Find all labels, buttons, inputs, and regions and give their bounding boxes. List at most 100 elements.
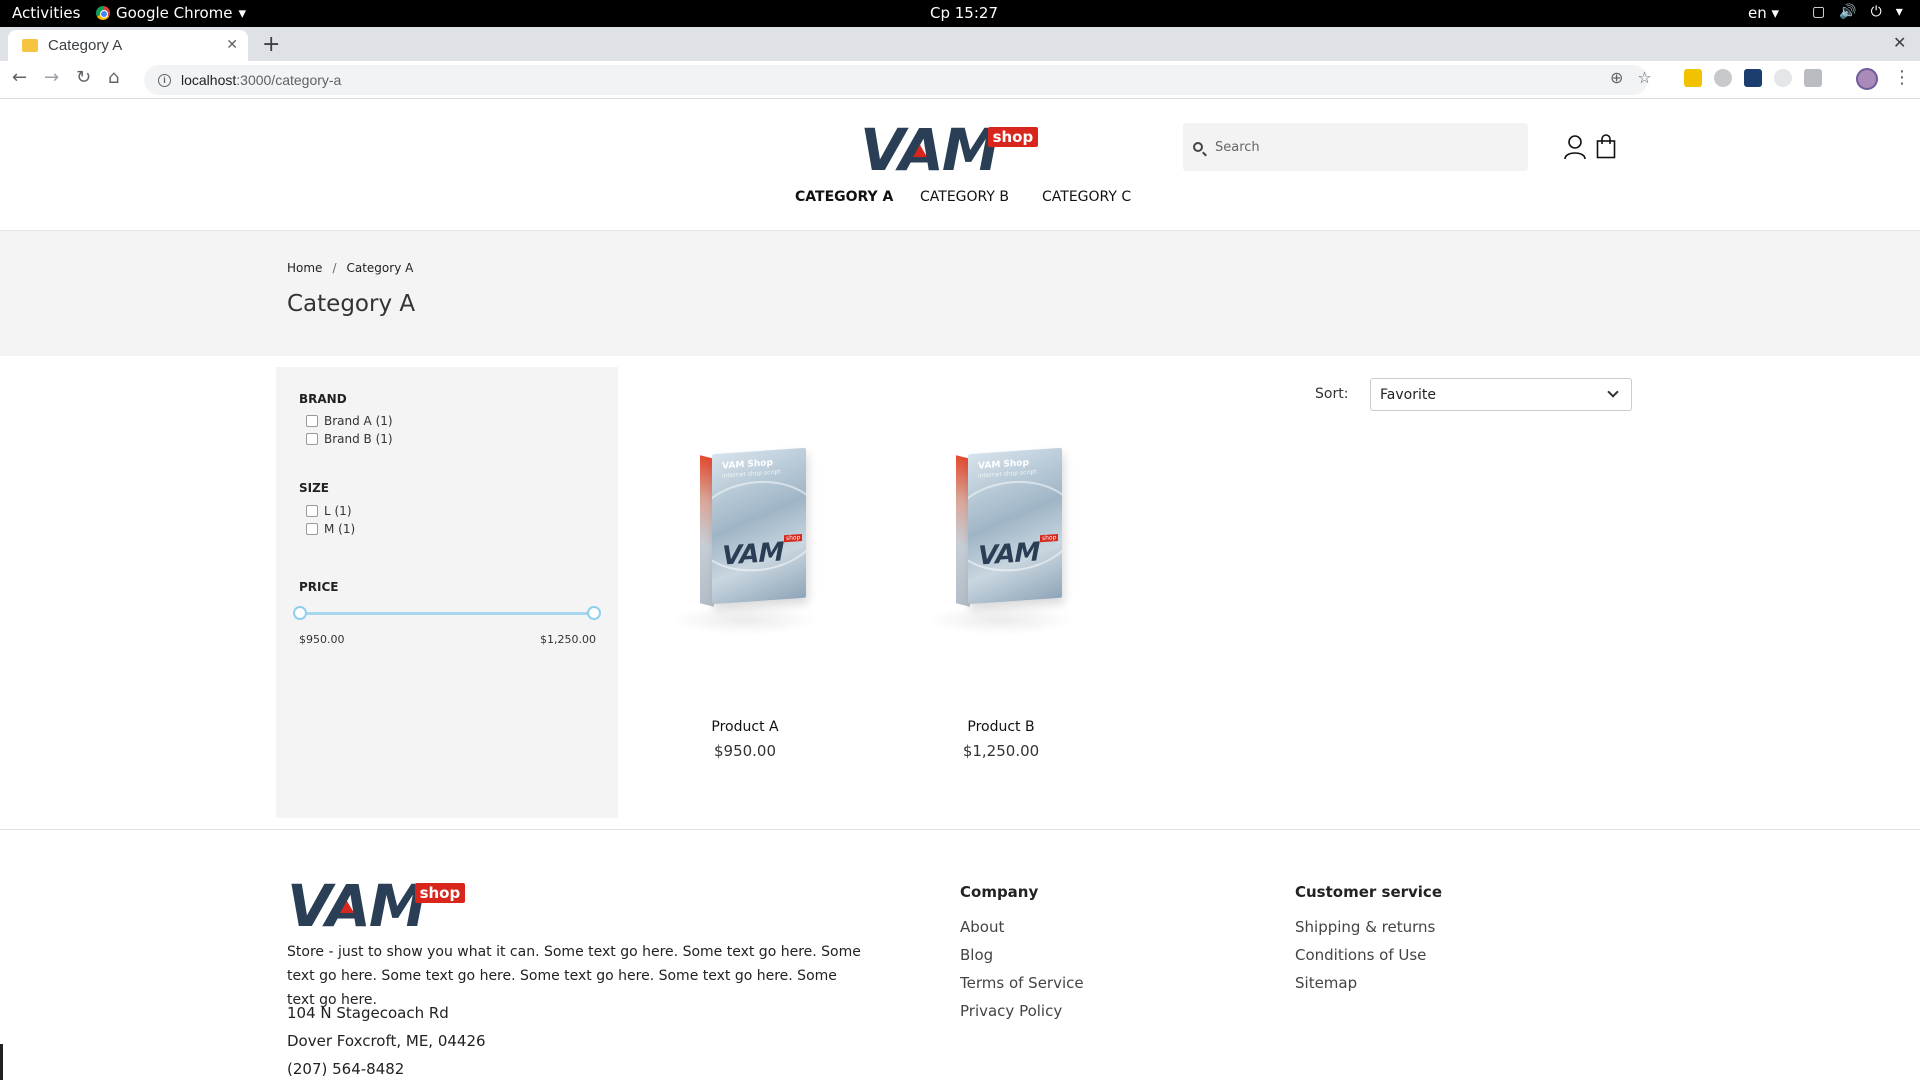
url-path: :3000/category-a (236, 72, 342, 88)
more-menu-icon[interactable]: ⋮ (1893, 67, 1911, 88)
close-tab-icon[interactable]: ✕ (226, 36, 238, 53)
nav-category-a[interactable]: CATEGORY A (795, 189, 893, 205)
install-icon[interactable]: ⊕ (1610, 68, 1623, 87)
app-name: Google Chrome (116, 4, 233, 22)
size-m-filter[interactable]: M (1) (306, 522, 355, 536)
language-label: en (1748, 4, 1767, 22)
reload-icon[interactable]: ↻ (76, 67, 91, 88)
extension-notes-icon[interactable] (1684, 69, 1702, 87)
language-indicator[interactable]: en ▾ (1748, 4, 1779, 22)
product-box-logo: VAM (722, 537, 784, 572)
product-image[interactable]: VAM Shop internet shop script VAM shop (926, 437, 1076, 652)
size-l-filter[interactable]: L (1) (306, 504, 352, 518)
extensions (1684, 69, 1822, 87)
activities-button[interactable]: Activities (12, 4, 80, 22)
footer-link-about[interactable]: About (960, 918, 1004, 936)
price-min-label: $950.00 (299, 633, 345, 646)
brand-a-filter[interactable]: Brand A (1) (306, 414, 393, 428)
search-input[interactable] (1215, 139, 1515, 155)
product-name[interactable]: Product B (891, 719, 1111, 735)
brand-b-filter[interactable]: Brand B (1) (306, 432, 393, 446)
brand-a-checkbox[interactable] (306, 415, 318, 427)
user-account-icon[interactable] (1563, 134, 1587, 160)
sort-select[interactable]: Favorite (1370, 378, 1632, 411)
price-range-track[interactable] (300, 612, 594, 615)
new-tab-icon[interactable]: + (262, 32, 280, 57)
main-nav: CATEGORY A CATEGORY B CATEGORY C (0, 189, 1920, 209)
caret-down-icon: ▾ (238, 4, 247, 22)
logo-text: VAM (860, 121, 1000, 179)
address-bar[interactable]: i localhost:3000/category-a (144, 65, 1648, 95)
footer-link-terms[interactable]: Terms of Service (960, 974, 1084, 992)
extension-camera-icon[interactable] (1804, 69, 1822, 87)
url-host: localhost (181, 72, 237, 88)
extension-loader-icon[interactable] (1774, 69, 1792, 87)
footer-logo[interactable]: VAM shop (287, 877, 466, 935)
nav-category-b[interactable]: CATEGORY B (920, 189, 1009, 205)
close-window-icon[interactable]: ✕ (1893, 33, 1906, 52)
site-header: VAM shop CATEGORY A CATEGORY B CATEGORY … (0, 99, 1920, 231)
site-logo[interactable]: VAM shop (860, 121, 1039, 179)
bookmark-star-icon[interactable]: ☆ (1637, 68, 1651, 87)
system-tray[interactable]: ▢ 🔊 ⏻ ▾ (1812, 4, 1903, 20)
logo-letter-v: V (860, 116, 901, 184)
logo-letter-v: V (287, 872, 328, 940)
size-l-checkbox[interactable] (306, 505, 318, 517)
footer-phone: (207) 564-8482 (287, 1060, 405, 1078)
logo-text: VAM (287, 877, 427, 935)
extension-react-icon[interactable] (1744, 69, 1762, 87)
price-max-handle[interactable] (587, 606, 601, 620)
brand-b-checkbox[interactable] (306, 433, 318, 445)
product-image[interactable]: VAM Shop internet shop script VAM shop (670, 437, 820, 652)
site-footer: VAM shop Store - just to show you what i… (0, 829, 1920, 1080)
page-title: Category A (287, 291, 416, 317)
browser-toolbar: ← → ↻ ⌂ i localhost:3000/category-a ⊕ ☆ … (0, 61, 1920, 99)
back-icon[interactable]: ← (12, 67, 27, 88)
product-box-badge: shop (784, 533, 803, 543)
product-shadow (670, 605, 820, 635)
size-m-label: M (1) (324, 522, 356, 536)
window-icon: ▢ (1812, 4, 1826, 20)
app-menu[interactable]: Google Chrome ▾ (96, 4, 246, 22)
footer-link-conditions[interactable]: Conditions of Use (1295, 946, 1426, 964)
footer-link-shipping[interactable]: Shipping & returns (1295, 918, 1435, 936)
shopping-bag-icon[interactable] (1596, 134, 1616, 159)
profile-avatar[interactable] (1856, 68, 1878, 90)
product-box-front: VAM Shop internet shop script VAM shop (968, 447, 1062, 605)
product-name[interactable]: Product A (635, 719, 855, 735)
footer-service-title: Customer service (1295, 883, 1442, 901)
footer-address-line2: Dover Foxcroft, ME, 04426 (287, 1032, 486, 1050)
footer-link-privacy[interactable]: Privacy Policy (960, 1002, 1062, 1020)
filter-sidebar: BRAND Brand A (1) Brand B (1) SIZE L (1)… (276, 367, 618, 818)
product-price: $1,250.00 (962, 742, 1040, 760)
power-icon: ⏻ (1870, 4, 1882, 20)
logo-letter-a: A (898, 116, 944, 184)
search-box[interactable] (1183, 123, 1528, 171)
home-icon[interactable]: ⌂ (108, 67, 119, 88)
folder-favicon-icon (22, 39, 38, 52)
clock[interactable]: Cp 15:27 (930, 4, 998, 22)
size-filter-title: SIZE (299, 481, 330, 495)
sort-selected-value: Favorite (1380, 386, 1436, 403)
logo-badge: shop (987, 127, 1039, 147)
info-icon[interactable]: i (158, 73, 171, 87)
price-min-handle[interactable] (293, 606, 307, 620)
footer-description: Store - just to show you what it can. So… (287, 944, 861, 1008)
os-top-bar: Activities Google Chrome ▾ Cp 15:27 en ▾… (0, 0, 1920, 27)
size-m-checkbox[interactable] (306, 523, 318, 535)
forward-icon[interactable]: → (44, 67, 59, 88)
footer-company-title: Company (960, 883, 1039, 901)
footer-link-sitemap[interactable]: Sitemap (1295, 974, 1357, 992)
brand-a-label: Brand A (1) (324, 414, 393, 428)
search-icon (1193, 142, 1203, 152)
footer-link-blog[interactable]: Blog (960, 946, 993, 964)
sort-label: Sort: (1315, 386, 1349, 402)
tab-strip: Category A ✕ + ✕ (0, 27, 1920, 61)
bottom-edge-panel (0, 1044, 3, 1080)
extension-globe-icon[interactable] (1714, 69, 1732, 87)
omnibox-actions: ⊕ ☆ (1610, 68, 1652, 87)
browser-tab[interactable]: Category A ✕ (8, 30, 248, 61)
breadcrumb-home[interactable]: Home (287, 261, 322, 275)
price-filter-title: PRICE (299, 580, 339, 594)
nav-category-c[interactable]: CATEGORY C (1042, 189, 1131, 205)
